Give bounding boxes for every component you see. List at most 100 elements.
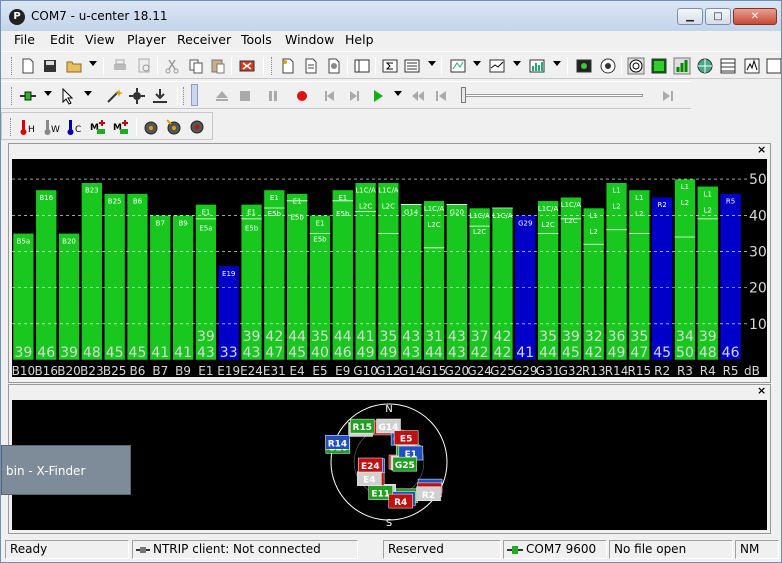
compass-icon[interactable]	[599, 57, 617, 75]
cn0-value: 42	[471, 345, 489, 361]
ntrip-icon	[136, 547, 150, 553]
signal-bar	[719, 193, 742, 361]
satellite-id-label: R14	[605, 364, 629, 377]
copy-icon[interactable]	[187, 57, 205, 75]
eject-icon[interactable]	[213, 87, 231, 105]
satellite-id-label: G12	[376, 364, 401, 377]
paste-icon[interactable]	[209, 57, 227, 75]
chart-line-icon[interactable]	[488, 57, 506, 75]
toolbar-more-icon[interactable]	[765, 57, 782, 75]
satellite-id-label: R13	[582, 364, 606, 377]
step-forward-icon[interactable]	[345, 87, 363, 105]
close-icon[interactable]: ×	[757, 143, 766, 156]
thermometer-h-icon[interactable]: H	[18, 118, 36, 136]
download-icon[interactable]	[151, 87, 169, 105]
gear-1-icon[interactable]	[142, 118, 160, 136]
print-icon[interactable]	[111, 57, 129, 75]
play-dropdown-icon[interactable]	[394, 91, 402, 96]
menu-window[interactable]: Window	[285, 31, 334, 51]
doc-icon-3[interactable]	[325, 57, 343, 75]
menu-player[interactable]: Player	[127, 31, 166, 51]
toolbar-grip[interactable]	[11, 57, 14, 75]
sub-band-label: E5b	[268, 210, 282, 218]
signal-view-icon[interactable]	[673, 57, 691, 75]
gear-2-icon[interactable]	[165, 118, 183, 136]
map-icon[interactable]	[449, 57, 467, 75]
list-view-icon[interactable]	[403, 57, 421, 75]
save-icon[interactable]	[41, 57, 59, 75]
record-icon[interactable]	[293, 87, 311, 105]
satellite-id-label: G24	[467, 364, 492, 377]
seek-slider-handle[interactable]	[461, 87, 466, 103]
xfinder-window[interactable]: bin - X-Finder	[1, 445, 131, 495]
autobaud-icon[interactable]	[128, 87, 146, 105]
sky-view-icon[interactable]	[627, 57, 645, 75]
msg-plus-2-icon[interactable]: M	[112, 118, 130, 136]
menu-edit[interactable]: Edit	[50, 31, 74, 51]
print-preview-icon[interactable]	[135, 57, 153, 75]
connection-dropdown-icon[interactable]	[44, 91, 52, 96]
maximize-button[interactable]: □	[705, 8, 731, 25]
menu-receiver[interactable]: Receiver	[177, 31, 231, 51]
bar-chart-icon[interactable]	[528, 57, 546, 75]
cut-icon[interactable]	[163, 57, 181, 75]
rewind-icon[interactable]	[409, 87, 427, 105]
cn0-value: 39	[14, 345, 32, 361]
menu-view[interactable]: View	[85, 31, 115, 51]
menu-file[interactable]: File	[14, 31, 35, 51]
map-dropdown-icon[interactable]	[473, 61, 481, 66]
skip-start-icon[interactable]	[432, 87, 450, 105]
step-back-icon[interactable]	[321, 87, 339, 105]
toolbar-grip[interactable]	[271, 57, 274, 75]
bar-dropdown-icon[interactable]	[553, 61, 561, 66]
doc-icon-1[interactable]	[279, 57, 297, 75]
view-dropdown-icon[interactable]	[428, 61, 436, 66]
cn0-value: 43	[448, 345, 466, 361]
table-icon-2[interactable]	[719, 57, 737, 75]
toolbar-grip[interactable]	[11, 87, 14, 105]
menu-tools[interactable]: Tools	[241, 31, 272, 51]
minimize-button[interactable]: ▁	[677, 8, 703, 25]
close-icon[interactable]: ×	[757, 384, 766, 397]
wand-icon[interactable]	[105, 87, 123, 105]
close-button[interactable]: ✕	[733, 8, 777, 25]
open-folder-icon[interactable]	[65, 57, 83, 75]
gear-3-icon[interactable]	[188, 118, 206, 136]
pause-icon[interactable]	[264, 87, 282, 105]
table-view-icon[interactable]	[353, 57, 371, 75]
toolbar-grip[interactable]	[10, 118, 13, 136]
cn0-value: 41	[174, 345, 192, 361]
status-mode: NM	[735, 540, 779, 559]
globe-icon[interactable]	[696, 57, 714, 75]
sub-band-label: L2C	[564, 217, 577, 225]
pointer-icon[interactable]	[59, 87, 77, 105]
skip-end-icon[interactable]	[659, 87, 677, 105]
msg-plus-icon[interactable]: M	[89, 118, 107, 136]
pointer-dropdown-icon[interactable]	[84, 91, 92, 96]
status-bar: Ready NTRIP client: Not connected Reserv…	[1, 538, 781, 562]
band-label: B20	[62, 237, 76, 245]
new-file-icon[interactable]	[19, 57, 37, 75]
connection-icon[interactable]	[19, 87, 37, 105]
thermometer-c-icon[interactable]: C	[65, 118, 83, 136]
deviation-map-icon[interactable]	[575, 57, 593, 75]
doc-icon-2[interactable]	[302, 57, 320, 75]
stop-icon[interactable]	[236, 87, 254, 105]
menu-help[interactable]: Help	[345, 31, 374, 51]
title-bar[interactable]: P COM7 - u-center 18.11 ▁ □ ✕	[1, 1, 781, 31]
play-icon[interactable]	[369, 87, 387, 105]
stop-record-icon[interactable]	[238, 57, 256, 75]
chart-view-icon[interactable]	[650, 57, 668, 75]
sigma-icon[interactable]	[381, 57, 399, 75]
cn0-secondary-value: 44	[334, 329, 352, 345]
cn0-secondary-value: 36	[608, 329, 626, 345]
spectrum-icon[interactable]	[743, 57, 761, 75]
open-dropdown-icon[interactable]	[89, 61, 97, 66]
signal-bar	[651, 196, 673, 361]
status-ready: Ready	[5, 540, 129, 559]
cn0-value: 46	[722, 345, 740, 361]
toolbar-grip[interactable]	[183, 87, 186, 105]
seek-slider[interactable]	[463, 94, 643, 97]
thermometer-w-icon[interactable]: W	[42, 118, 60, 136]
chart-dropdown-icon[interactable]	[513, 61, 521, 66]
